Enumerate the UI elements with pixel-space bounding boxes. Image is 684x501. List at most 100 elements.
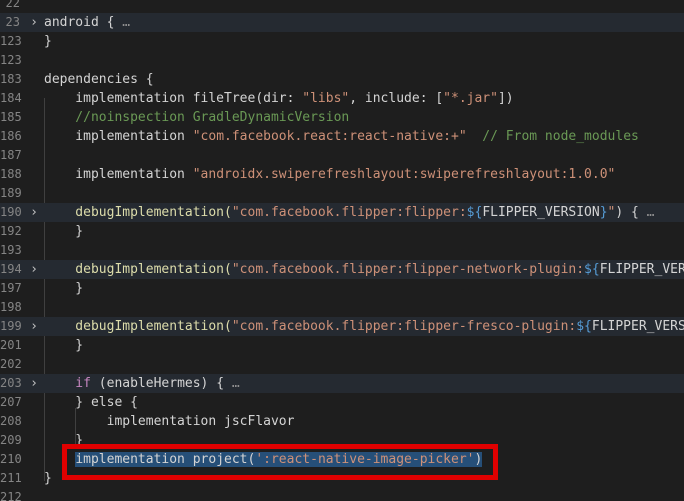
code-token: ${ xyxy=(466,205,483,220)
code-token: debugImplementation( xyxy=(44,262,232,277)
code-token: FLIPPER_VERSION xyxy=(482,205,600,220)
code-line[interactable]: 183 dependencies { xyxy=(0,70,684,89)
code-content: debugImplementation("com.facebook.flippe… xyxy=(44,203,662,222)
line-number: 198 xyxy=(0,300,22,314)
code-line[interactable]: 184 implementation fileTree(dir: "libs",… xyxy=(0,89,684,108)
code-content: debugImplementation("com.facebook.flippe… xyxy=(44,317,684,336)
code-line[interactable]: 22 xyxy=(0,0,684,13)
line-number: 192 xyxy=(0,224,22,238)
code-token: ${ xyxy=(584,262,600,277)
code-content: implementation fileTree(dir: "libs", inc… xyxy=(44,89,513,108)
code-content: implementation jscFlavor xyxy=(44,412,295,431)
line-number: 190 xyxy=(0,205,22,219)
line-number: 186 xyxy=(0,129,22,143)
code-line[interactable]: 189 xyxy=(0,184,684,203)
code-content: } xyxy=(44,32,52,51)
code-line[interactable]: 208 implementation jscFlavor xyxy=(0,412,684,431)
code-line[interactable]: 202 xyxy=(0,355,684,374)
code-token: // From node_modules xyxy=(466,129,639,144)
code-token: debugImplementation( xyxy=(44,205,232,220)
code-token: implementation jscFlavor xyxy=(44,414,295,429)
code-token: debugImplementation( xyxy=(44,319,232,334)
folded-ellipsis[interactable]: … xyxy=(224,376,247,391)
line-number: 193 xyxy=(0,243,22,257)
fold-chevron-icon[interactable]: › xyxy=(28,317,40,336)
code-content: debugImplementation("com.facebook.flippe… xyxy=(44,260,684,279)
line-number: 23 xyxy=(5,15,20,29)
code-line[interactable]: 199 › debugImplementation("com.facebook.f… xyxy=(0,317,684,336)
code-token: } xyxy=(44,224,84,239)
code-token: ${ xyxy=(576,319,592,334)
code-content: android { … xyxy=(44,13,138,32)
code-content: } xyxy=(44,336,83,355)
fold-chevron-icon[interactable]: › xyxy=(28,203,40,222)
line-number: 199 xyxy=(0,319,22,333)
code-content: if (enableHermes) { … xyxy=(44,374,248,393)
fold-chevron-icon[interactable]: › xyxy=(28,260,40,279)
code-content: } xyxy=(44,222,83,241)
annotation-highlight-box xyxy=(62,444,498,480)
code-token: } xyxy=(599,205,608,220)
code-token: "libs" xyxy=(302,91,350,106)
code-line[interactable]: 123} xyxy=(0,32,684,51)
code-token: "com.facebook.flipper:flipper: xyxy=(231,205,467,220)
code-line[interactable]: 188 implementation "androidx.swiperefres… xyxy=(0,165,684,184)
code-line[interactable]: 193 xyxy=(0,241,684,260)
code-line[interactable]: 190 › debugImplementation("com.facebook.f… xyxy=(0,203,684,222)
code-token: , include: [ xyxy=(349,91,444,106)
code-line[interactable]: 192 } xyxy=(0,222,684,241)
code-content: } else { xyxy=(44,393,138,412)
line-number: 208 xyxy=(0,414,22,428)
code-line[interactable]: 201 } xyxy=(0,336,684,355)
code-content: implementation "androidx.swiperefreshlay… xyxy=(44,165,615,184)
code-token: "androidx.swiperefreshlayout:swiperefres… xyxy=(192,167,616,182)
folded-ellipsis[interactable]: … xyxy=(639,205,662,220)
code-line[interactable]: 207 } else { xyxy=(0,393,684,412)
code-token: ) { xyxy=(615,205,639,220)
code-line[interactable]: 197 } xyxy=(0,279,684,298)
line-number: 183 xyxy=(0,72,22,86)
code-line[interactable]: 194 › debugImplementation("com.facebook.f… xyxy=(0,260,684,279)
line-number: 187 xyxy=(0,148,22,162)
code-content: dependencies { xyxy=(44,70,154,89)
code-content: //noinspection GradleDynamicVersion xyxy=(44,108,349,127)
code-token: } xyxy=(44,338,84,353)
fold-chevron-icon[interactable]: › xyxy=(28,374,40,393)
code-content: } xyxy=(44,279,83,298)
line-number: 207 xyxy=(0,395,22,409)
fold-chevron-icon[interactable]: › xyxy=(28,13,40,32)
code-token: } xyxy=(44,34,52,49)
code-token: if xyxy=(44,376,91,391)
code-content: } xyxy=(44,469,52,488)
code-token: } else { xyxy=(44,395,138,410)
code-token: FLIPPER_VERSIO xyxy=(591,319,684,334)
code-line[interactable]: 185 //noinspection GradleDynamicVersion xyxy=(0,108,684,127)
code-token: dependencies { xyxy=(44,72,154,87)
line-number: 185 xyxy=(0,110,22,124)
code-line[interactable]: 186 implementation "com.facebook.react:r… xyxy=(0,127,684,146)
code-token: FLIPPER_VERS xyxy=(599,262,684,277)
code-line[interactable]: 123 xyxy=(0,51,684,70)
code-line[interactable]: 23 › android { … xyxy=(0,13,684,32)
line-number: 209 xyxy=(0,433,22,447)
code-line[interactable]: 187 xyxy=(0,146,684,165)
code-line[interactable]: 198 xyxy=(0,298,684,317)
code-token: } xyxy=(44,281,84,296)
code-token: } xyxy=(44,471,52,486)
line-number: 194 xyxy=(0,262,22,276)
code-content: implementation "com.facebook.react:react… xyxy=(44,127,639,146)
folded-ellipsis[interactable]: … xyxy=(114,15,137,30)
line-number: 184 xyxy=(0,91,22,105)
code-token: ) { xyxy=(200,376,225,391)
line-number: 212 xyxy=(0,490,22,501)
code-token: enableHermes xyxy=(106,376,201,391)
code-token: implementation xyxy=(44,129,193,144)
line-number: 202 xyxy=(0,357,22,371)
code-token: "com.facebook.flipper:flipper-network-pl… xyxy=(231,262,585,277)
code-line[interactable]: 203 › if (enableHermes) { … xyxy=(0,374,684,393)
code-token: //noinspection GradleDynamicVersion xyxy=(44,110,350,125)
line-number: 203 xyxy=(0,376,22,390)
code-editor[interactable]: 22 23 › android { … 123} 123 183 dependencies … xyxy=(0,0,684,501)
code-token: implementation fileTree(dir: xyxy=(44,91,303,106)
code-line[interactable]: 212 xyxy=(0,488,684,501)
